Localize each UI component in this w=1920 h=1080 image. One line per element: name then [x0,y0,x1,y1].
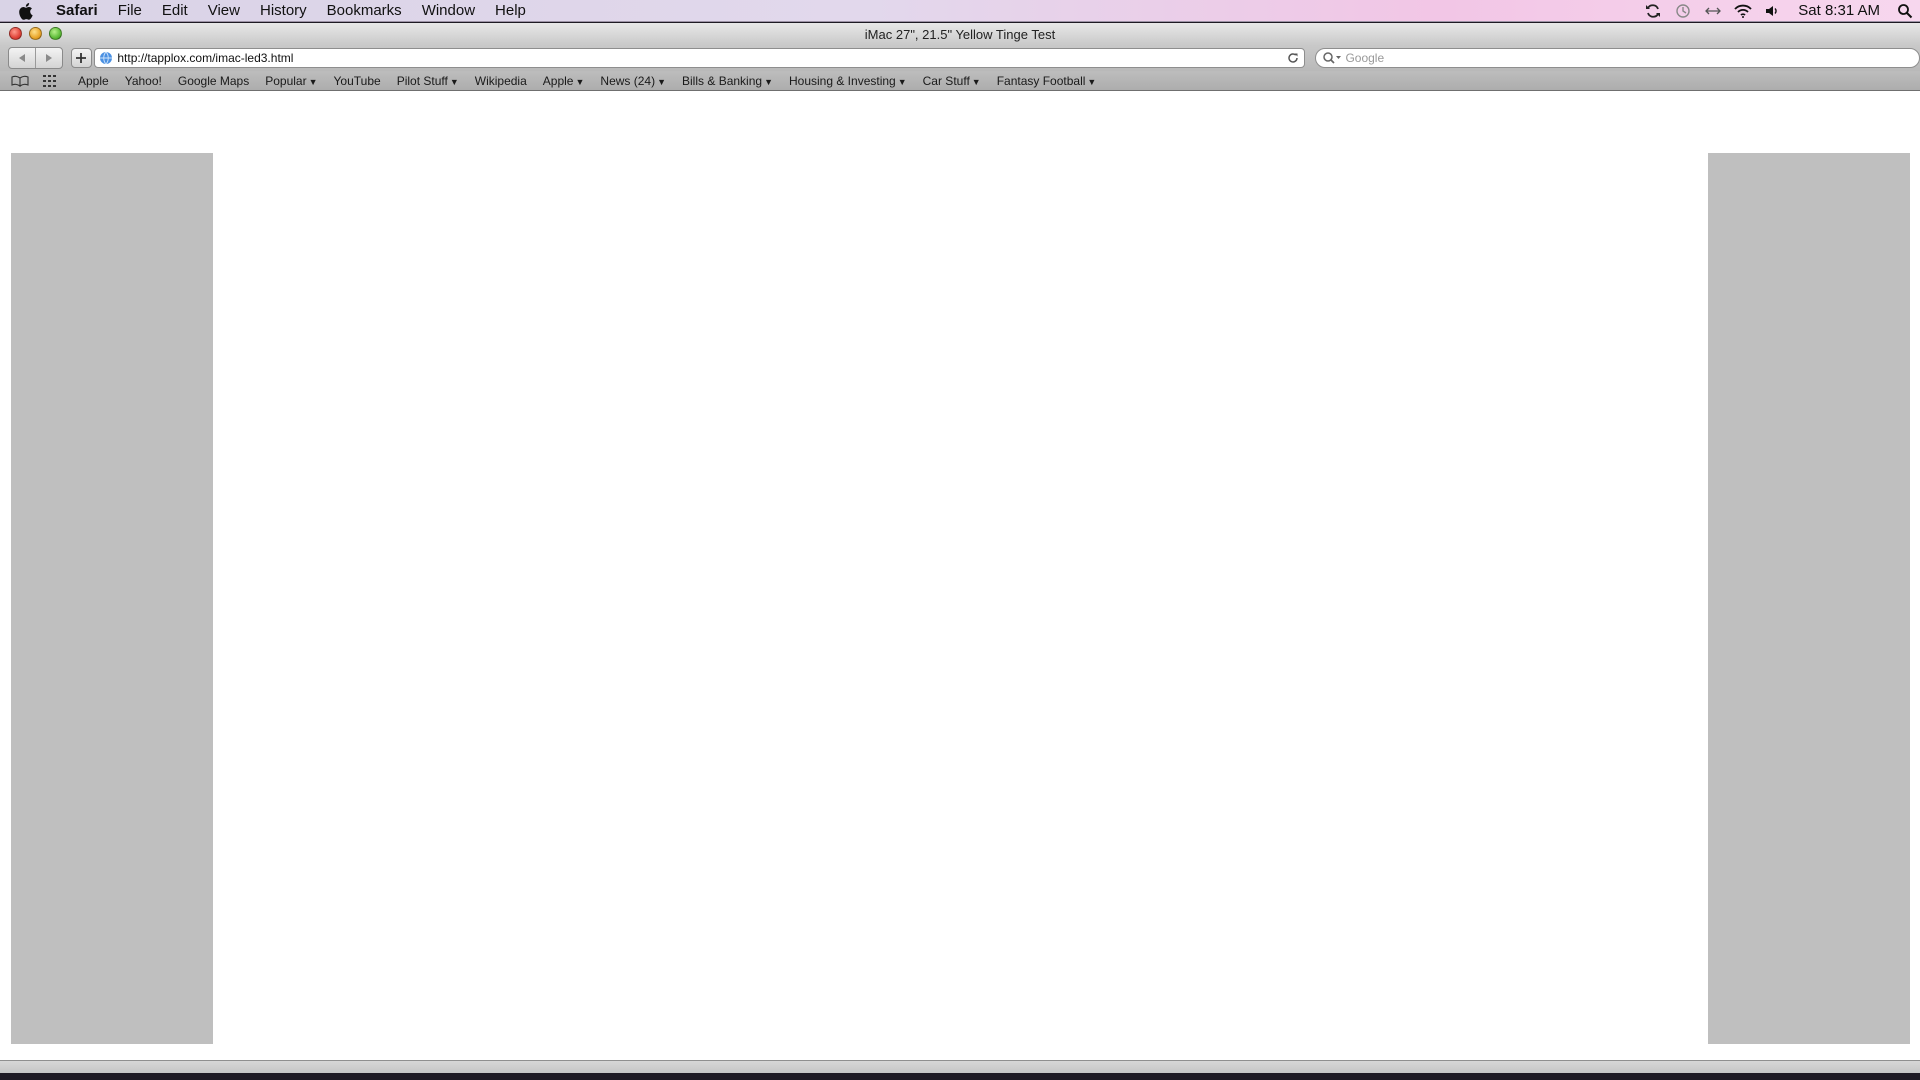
right-gray-panel [1708,153,1910,1044]
url-text[interactable]: http://tapplox.com/imac-led3.html [117,51,293,65]
left-gray-panel [11,153,213,1044]
search-field[interactable]: Google [1315,48,1920,68]
volume-icon[interactable] [1758,0,1788,22]
bookmark-label: Apple [542,73,574,88]
bookmark-label: Popular [265,73,307,88]
window-title: iMac 27", 21.5" Yellow Tinge Test [864,26,1056,42]
sync-icon[interactable] [1638,0,1668,22]
address-bar[interactable]: http://tapplox.com/imac-led3.html [94,48,1306,68]
dropdown-caret-icon: ▼ [764,76,773,87]
bookmark-folder-pilot-stuff[interactable]: Pilot Stuff ▼ [389,74,467,88]
time-machine-icon[interactable] [1668,0,1698,22]
forward-button[interactable] [34,48,62,68]
menu-history[interactable]: History [250,0,317,22]
bookmark-yahoo[interactable]: Yahoo! [117,74,170,88]
plus-icon [76,53,87,63]
menu-bar: Safari File Edit View History Bookmarks … [0,0,1920,22]
bookmark-label: Car Stuff [922,73,970,88]
web-page-content [0,112,1920,1073]
dropdown-caret-icon: ▼ [308,76,318,87]
menu-window[interactable]: Window [412,0,485,22]
menu-file[interactable]: File [108,0,152,22]
open-book-icon[interactable] [10,74,30,88]
close-window-button[interactable] [9,27,22,40]
bookmarks-bar: Apple Yahoo! Google Maps Popular ▼ YouTub… [0,71,1920,91]
minimize-window-button[interactable] [29,27,42,40]
menu-bookmarks[interactable]: Bookmarks [317,0,412,22]
navigation-buttons [8,47,63,69]
bookmark-apple[interactable]: Apple [70,74,117,88]
bookmark-folder-news[interactable]: News (24) ▼ [592,74,674,88]
menu-safari[interactable]: Safari [50,0,108,22]
bookmark-label: Housing & Investing [788,73,896,88]
status-bar [0,1060,1920,1073]
bookmark-youtube[interactable]: YouTube [326,74,389,88]
dropdown-caret-icon: ▼ [971,76,981,87]
bookmark-wikipedia[interactable]: Wikipedia [467,74,535,88]
menu-clock[interactable]: Sat 8:31 AM [1788,2,1890,19]
reload-icon[interactable] [1286,51,1300,65]
bookmark-google-maps[interactable]: Google Maps [170,74,257,88]
bookmark-label: Bills & Banking [682,73,763,88]
back-arrow-icon [18,54,25,62]
globe-icon [100,51,113,65]
dropdown-caret-icon: ▼ [897,76,907,87]
bookmark-folder-bills-banking[interactable]: Bills & Banking ▼ [674,74,781,88]
search-placeholder: Google [1345,51,1385,65]
bookmark-folder-fantasy-football[interactable]: Fantasy Football ▼ [989,74,1105,88]
menu-help[interactable]: Help [485,0,536,22]
apple-logo-icon[interactable] [16,0,38,22]
forward-arrow-icon [45,54,52,62]
wifi-icon[interactable] [1728,0,1758,22]
zoom-window-button[interactable] [49,27,62,40]
bookmark-label: Fantasy Football [996,73,1086,88]
spotlight-search-icon[interactable] [1890,0,1920,22]
bookmark-folder-apple[interactable]: Apple ▼ [535,74,593,88]
network-arrows-icon[interactable] [1698,0,1728,22]
menu-edit[interactable]: Edit [152,0,198,22]
menu-view[interactable]: View [198,0,250,22]
toolbar: http://tapplox.com/imac-led3.html Google [0,45,1920,71]
add-bookmark-button[interactable] [70,48,93,68]
bookmark-label: Pilot Stuff [396,73,448,88]
dropdown-caret-icon: ▼ [1087,76,1097,87]
back-button[interactable] [9,48,35,68]
top-sites-grid-icon[interactable] [40,74,60,88]
dropdown-caret-icon: ▼ [657,76,667,87]
dropdown-caret-icon: ▼ [575,76,585,87]
bookmark-label: News (24) [600,73,656,88]
bookmark-folder-housing-investing[interactable]: Housing & Investing ▼ [781,74,915,88]
safari-window: iMac 27", 21.5" Yellow Tinge Test http:/… [0,23,1920,1073]
window-controls [9,27,62,40]
search-icon [1323,52,1342,64]
title-bar: iMac 27", 21.5" Yellow Tinge Test [0,23,1920,45]
status-menus: Sat 8:31 AM [1638,0,1920,22]
bookmark-folder-car-stuff[interactable]: Car Stuff ▼ [915,74,989,88]
bookmark-folder-popular[interactable]: Popular ▼ [257,74,325,88]
dropdown-caret-icon: ▼ [449,76,459,87]
